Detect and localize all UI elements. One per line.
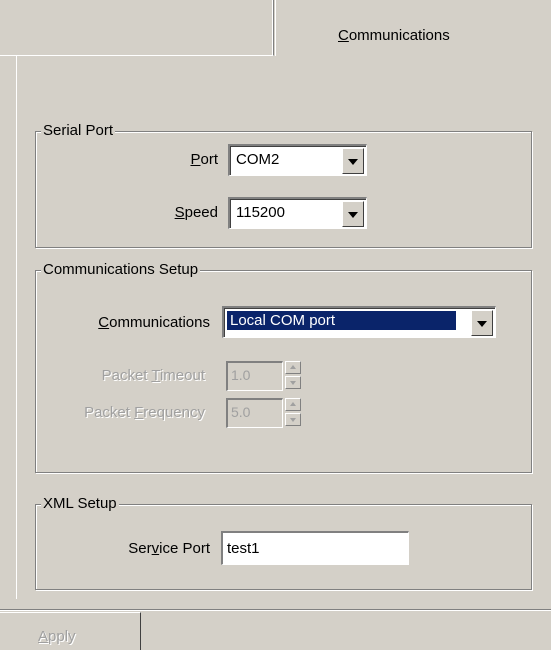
service-port-label: Service Port	[128, 540, 210, 557]
packet-frequency-label: Packet Frequency	[84, 404, 205, 421]
port-label-rest: ort	[200, 151, 218, 168]
tab-communications-rest: ommunications	[348, 27, 450, 44]
chevron-down-icon	[348, 159, 358, 165]
xml-setup-legend: XML Setup	[41, 495, 119, 512]
communications-label: Communications	[98, 314, 210, 331]
spin-up-icon	[290, 365, 296, 369]
spin-up-icon	[290, 402, 296, 406]
packet-frequency-value: 5.0	[231, 404, 251, 420]
chevron-down-icon	[477, 321, 487, 327]
tab-divider-tick	[272, 18, 273, 24]
apply-button-label: Apply	[38, 628, 76, 645]
speed-select[interactable]: 115200	[228, 197, 367, 229]
communications-setup-legend: Communications Setup	[41, 261, 201, 278]
packet-timeout-value: 1.0	[231, 367, 251, 383]
communications-dropdown-button[interactable]	[471, 310, 493, 336]
packet-frequency-up-button[interactable]	[285, 398, 301, 411]
spin-down-icon	[290, 381, 296, 385]
tab-left-highlight	[0, 0, 273, 55]
tab-communications-label: Communications	[338, 27, 450, 44]
apply-label-rest: pply	[48, 628, 76, 645]
tab-communications-mnemonic: C	[338, 27, 349, 44]
speed-label-rest: peed	[184, 204, 218, 221]
port-select-value: COM2	[236, 151, 280, 168]
chevron-down-icon	[348, 212, 358, 218]
packet-timeout-label: Packet Timeout	[101, 367, 205, 384]
speed-select-value: 115200	[236, 204, 285, 221]
footer-separator-highlight	[0, 610, 551, 611]
speed-dropdown-button[interactable]	[342, 201, 364, 227]
port-dropdown-button[interactable]	[342, 148, 364, 174]
speed-label: Speed	[174, 204, 218, 221]
spin-down-icon	[290, 418, 296, 422]
port-label: Port	[190, 151, 218, 168]
packet-timeout-up-button[interactable]	[285, 361, 301, 374]
communications-label-rest: ommunications	[109, 314, 210, 331]
apply-button[interactable]: Apply	[0, 612, 141, 650]
service-port-input[interactable]	[221, 531, 409, 565]
packet-frequency-input[interactable]: 5.0	[226, 398, 283, 428]
packet-timeout-input[interactable]: 1.0	[226, 361, 283, 391]
communications-select-value: Local COM port	[226, 310, 457, 331]
packet-frequency-down-button[interactable]	[285, 413, 301, 426]
packet-timeout-down-button[interactable]	[285, 376, 301, 389]
serial-port-legend: Serial Port	[41, 122, 116, 139]
port-select[interactable]: COM2	[228, 144, 367, 176]
panel-left-edge	[16, 56, 17, 599]
communications-select[interactable]: Local COM port	[222, 306, 496, 338]
